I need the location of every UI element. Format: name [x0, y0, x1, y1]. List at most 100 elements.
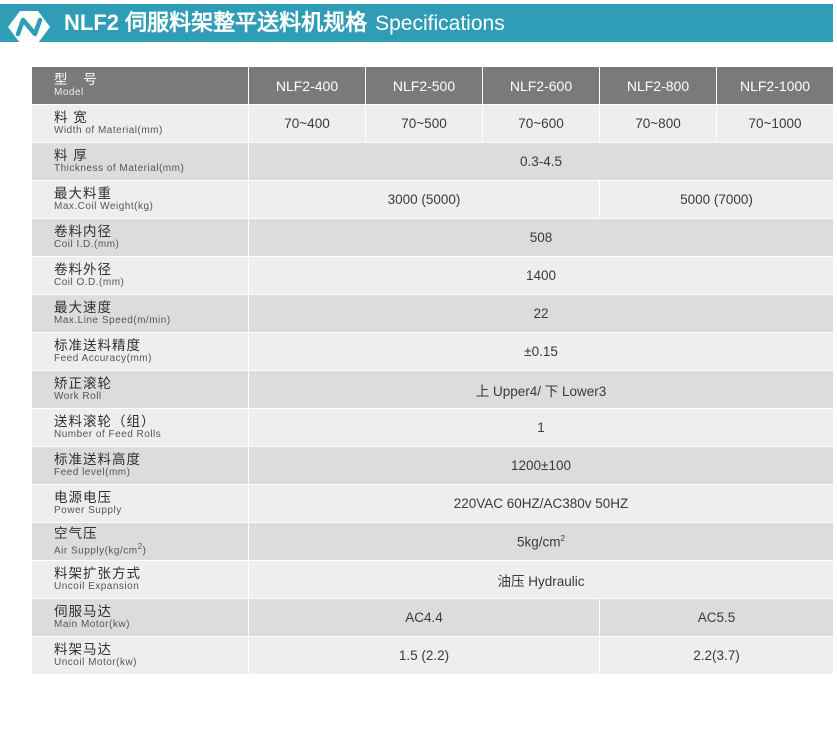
row-label: 标准送料高度 Feed level(mm)	[31, 446, 249, 485]
coil-weight-value-b: 5000 (7000)	[599, 180, 834, 219]
label-en: Coil O.D.(mm)	[54, 277, 125, 288]
label-cn: 料架扩张方式	[54, 566, 141, 581]
label-en: Max.Coil Weight(kg)	[54, 201, 154, 212]
label-en: Thickness of Material(mm)	[54, 163, 185, 174]
label-cn: 送料滚轮（组）	[54, 414, 156, 429]
brand-logo-icon	[8, 11, 50, 43]
table-row-uncoil-motor: 料架马达 Uncoil Motor(kw) 1.5 (2.2) 2.2(3.7)	[31, 636, 834, 675]
work-roll-value: 上 Upper4/ 下 Lower3	[248, 370, 834, 409]
line-speed-value: 22	[248, 294, 834, 333]
label-cn: 最大速度	[54, 300, 112, 315]
row-label: 料 厚 Thickness of Material(mm)	[31, 142, 249, 181]
model-nlf2-1000: NLF2-1000	[716, 66, 834, 105]
power-supply-value: 220VAC 60HZ/AC380v 50HZ	[248, 484, 834, 523]
label-cn: 卷料外径	[54, 262, 112, 277]
label-en: Number of Feed Rolls	[54, 429, 162, 440]
table-row-width: 料 宽 Width of Material(mm) 70~400 70~500 …	[31, 104, 834, 143]
row-label: 卷料内径 Coil I.D.(mm)	[31, 218, 249, 257]
page-title: NLF2 伺服料架整平送料机规格 Specifications	[64, 4, 505, 42]
spec-table: 型 号 Model NLF2-400 NLF2-500 NLF2-600 NLF…	[31, 66, 834, 675]
model-label-cn: 型 号	[54, 72, 103, 87]
model-nlf2-800: NLF2-800	[599, 66, 717, 105]
table-row-thickness: 料 厚 Thickness of Material(mm) 0.3-4.5	[31, 142, 834, 181]
row-label: 卷料外径 Coil O.D.(mm)	[31, 256, 249, 295]
main-motor-value-a: AC4.4	[248, 598, 600, 637]
coil-od-value: 1400	[248, 256, 834, 295]
table-header-row: 型 号 Model NLF2-400 NLF2-500 NLF2-600 NLF…	[31, 66, 834, 105]
table-row-main-motor: 伺服马达 Main Motor(kw) AC4.4 AC5.5	[31, 598, 834, 637]
row-label: 电源电压 Power Supply	[31, 484, 249, 523]
main-motor-value-b: AC5.5	[599, 598, 834, 637]
coil-weight-value-a: 3000 (5000)	[248, 180, 600, 219]
table-row-coil-weight: 最大料重 Max.Coil Weight(kg) 3000 (5000) 500…	[31, 180, 834, 219]
table-row-feed-rolls: 送料滚轮（组） Number of Feed Rolls 1	[31, 408, 834, 447]
table-row-feed-level: 标准送料高度 Feed level(mm) 1200±100	[31, 446, 834, 485]
label-en: Coil I.D.(mm)	[54, 239, 120, 250]
feed-level-value: 1200±100	[248, 446, 834, 485]
title-cn: NLF2 伺服料架整平送料机规格	[64, 10, 368, 35]
table-row-feed-accuracy: 标准送料精度 Feed Accuracy(mm) ±0.15	[31, 332, 834, 371]
width-value-800: 70~800	[599, 104, 717, 143]
label-cn: 最大料重	[54, 186, 112, 201]
model-label-en: Model	[54, 87, 84, 98]
table-row-coil-od: 卷料外径 Coil O.D.(mm) 1400	[31, 256, 834, 295]
label-cn: 空气压	[54, 525, 98, 541]
row-label: 伺服马达 Main Motor(kw)	[31, 598, 249, 637]
air-supply-value: 5kg/cm2	[248, 522, 834, 561]
row-label: 料 宽 Width of Material(mm)	[31, 104, 249, 143]
feed-accuracy-value: ±0.15	[248, 332, 834, 371]
label-cn: 料架马达	[54, 642, 112, 657]
label-en-main: Air Supply(kg/cm	[54, 545, 138, 557]
row-label: 料架扩张方式 Uncoil Expansion	[31, 560, 249, 599]
label-en: Air Supply(kg/cm2)	[54, 541, 248, 556]
label-cn: 伺服马达	[54, 604, 112, 619]
row-label: 料架马达 Uncoil Motor(kw)	[31, 636, 249, 675]
table-row-air-supply: 空气压 Air Supply(kg/cm2) 5kg/cm2	[31, 522, 834, 561]
thickness-value: 0.3-4.5	[248, 142, 834, 181]
table-row-uncoil-expansion: 料架扩张方式 Uncoil Expansion 油压 Hydraulic	[31, 560, 834, 599]
air-supply-value-sup: 2	[560, 533, 565, 543]
label-en: Work Roll	[54, 391, 102, 402]
row-label: 最大料重 Max.Coil Weight(kg)	[31, 180, 249, 219]
table-row-work-roll: 矫正滚轮 Work Roll 上 Upper4/ 下 Lower3	[31, 370, 834, 409]
label-en: Uncoil Expansion	[54, 581, 140, 592]
label-en-tail: )	[142, 545, 147, 557]
table-row-coil-id: 卷料内径 Coil I.D.(mm) 508	[31, 218, 834, 257]
label-cn: 标准送料高度	[54, 452, 141, 467]
label-cn: 标准送料精度	[54, 338, 141, 353]
label-cn: 卷料内径	[54, 224, 112, 239]
width-value-400: 70~400	[248, 104, 366, 143]
label-en: Power Supply	[54, 505, 122, 516]
label-en: Max.Line Speed(m/min)	[54, 315, 171, 326]
air-supply-value-main: 5kg/cm	[517, 534, 561, 550]
row-label: 矫正滚轮 Work Roll	[31, 370, 249, 409]
row-label: 送料滚轮（组） Number of Feed Rolls	[31, 408, 249, 447]
model-nlf2-400: NLF2-400	[248, 66, 366, 105]
width-value-1000: 70~1000	[716, 104, 834, 143]
uncoil-expansion-value: 油压 Hydraulic	[248, 560, 834, 599]
row-label: 空气压 Air Supply(kg/cm2)	[31, 522, 249, 561]
feed-rolls-value: 1	[248, 408, 834, 447]
row-label: 标准送料精度 Feed Accuracy(mm)	[31, 332, 249, 371]
label-cn: 料 宽	[54, 110, 88, 125]
label-en: Uncoil Motor(kw)	[54, 657, 138, 668]
model-label-cell: 型 号 Model	[31, 66, 249, 105]
table-row-power-supply: 电源电压 Power Supply 220VAC 60HZ/AC380v 50H…	[31, 484, 834, 523]
model-nlf2-600: NLF2-600	[482, 66, 600, 105]
label-en: Feed Accuracy(mm)	[54, 353, 152, 364]
label-en: Main Motor(kw)	[54, 619, 130, 630]
title-en: Specifications	[375, 12, 505, 35]
label-cn: 电源电压	[54, 490, 112, 505]
label-cn: 料 厚	[54, 148, 88, 163]
label-en: Width of Material(mm)	[54, 125, 163, 136]
title-banner: NLF2 伺服料架整平送料机规格 Specifications	[0, 4, 833, 43]
table-row-line-speed: 最大速度 Max.Line Speed(m/min) 22	[31, 294, 834, 333]
uncoil-motor-value-b: 2.2(3.7)	[599, 636, 834, 675]
width-value-500: 70~500	[365, 104, 483, 143]
uncoil-motor-value-a: 1.5 (2.2)	[248, 636, 600, 675]
width-value-600: 70~600	[482, 104, 600, 143]
model-nlf2-500: NLF2-500	[365, 66, 483, 105]
row-label: 最大速度 Max.Line Speed(m/min)	[31, 294, 249, 333]
coil-id-value: 508	[248, 218, 834, 257]
label-cn: 矫正滚轮	[54, 376, 112, 391]
